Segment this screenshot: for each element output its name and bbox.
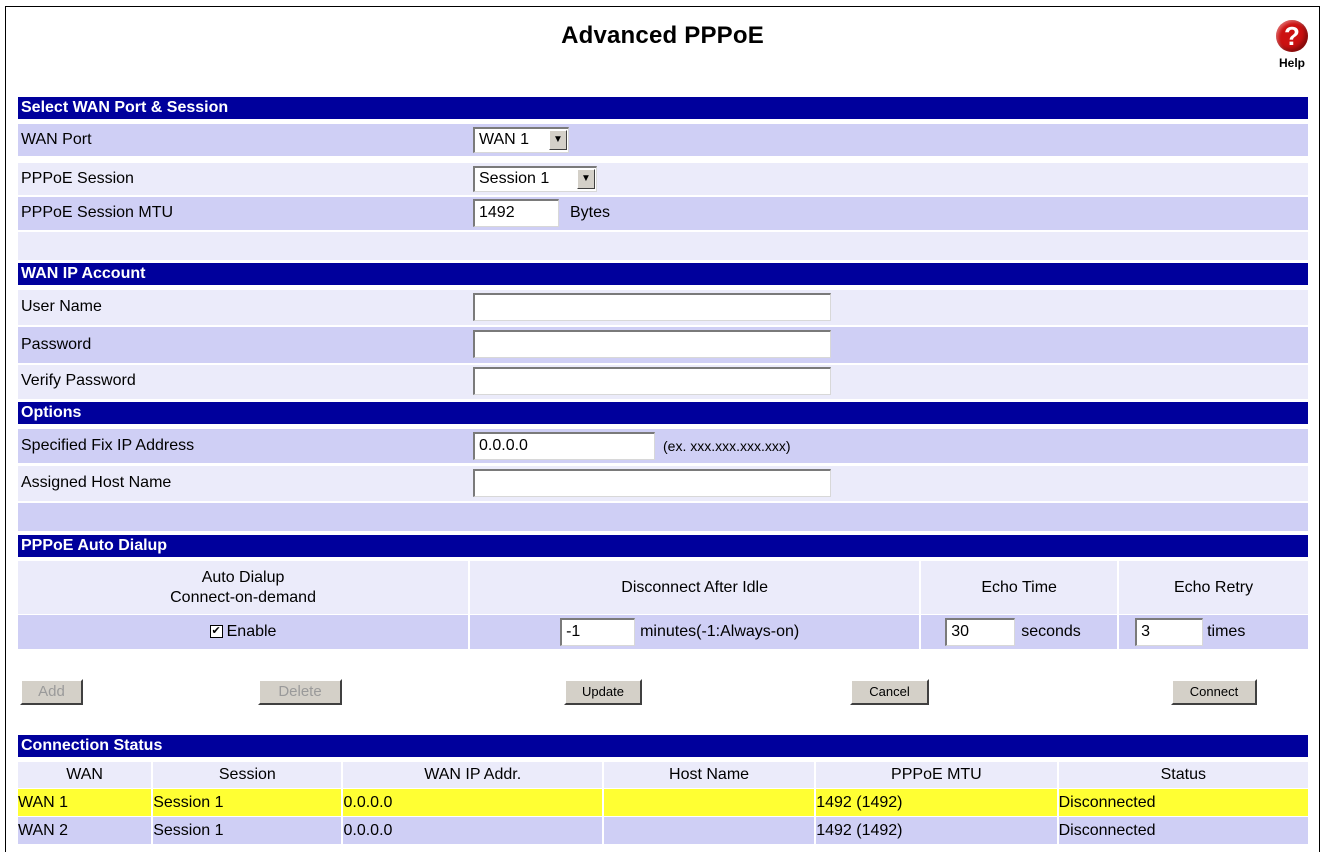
section-header-auto-dialup: PPPoE Auto Dialup [18,535,1308,557]
status-header-row: WAN Session WAN IP Addr. Host Name PPPoE… [18,762,1308,788]
echo-retry-input[interactable]: 3 [1135,618,1204,646]
cell-status: Disconnected [1058,817,1308,844]
auto-dialup-col-line1: Auto Dialup [201,568,285,586]
delete-button[interactable]: Delete [258,679,342,705]
idle-unit: minutes(-1:Always-on) [640,623,800,640]
user-name-input[interactable] [473,293,831,321]
verify-password-row: Verify Password [18,365,1308,399]
help-label[interactable]: Help [1272,56,1312,70]
cell-session: Session 1 [153,817,342,844]
echo-time-unit: seconds [1021,623,1081,640]
cell-mtu: 1492 (1492) [816,789,1057,816]
col-header-ip: WAN IP Addr. [343,762,602,788]
spacer-row [18,232,1308,260]
echo-retry-cell: 3 times [1119,615,1308,649]
verify-password-input[interactable] [473,367,831,395]
section-header-select-wan: Select WAN Port & Session [18,97,1308,119]
idle-input[interactable]: -1 [560,618,636,646]
pppoe-session-selected: Session 1 [479,170,550,187]
section-header-connection-status: Connection Status [18,735,1308,757]
wan-port-selected: WAN 1 [479,131,530,148]
chevron-down-icon[interactable]: ▼ [549,130,567,150]
spacer-row [18,503,1308,531]
echo-time-cell: 30 seconds [921,615,1118,649]
cell-wan: WAN 2 [18,817,152,844]
table-row[interactable]: WAN 2 Session 1 0.0.0.0 1492 (1492) Disc… [18,817,1308,844]
auto-dialup-header-row: Auto Dialup Connect-on-demand Disconnect… [18,561,1308,614]
password-input[interactable] [473,330,831,358]
cell-mtu: 1492 (1492) [816,817,1057,844]
user-name-label: User Name [21,298,102,315]
idle-col-header: Disconnect After Idle [470,561,920,614]
mtu-input[interactable]: 1492 [473,199,559,227]
connect-button[interactable]: Connect [1171,679,1257,705]
help-icon[interactable]: ? [1276,20,1308,52]
host-name-label: Assigned Host Name [21,474,172,491]
cell-status: Disconnected [1058,789,1308,816]
pppoe-session-row: PPPoE Session Session 1 ▼ [18,163,1308,195]
mtu-unit: Bytes [570,204,611,221]
fix-ip-input[interactable]: 0.0.0.0 [473,432,655,460]
wan-port-label: WAN Port [21,131,92,148]
cell-session: Session 1 [153,789,342,816]
cell-ip: 0.0.0.0 [343,817,602,844]
col-header-session: Session [153,762,342,788]
page-title: Advanced PPPoE [561,22,764,49]
col-header-wan: WAN [18,762,152,788]
cell-host [603,789,815,816]
add-button[interactable]: Add [20,679,83,705]
auto-dialup-table: Auto Dialup Connect-on-demand Disconnect… [16,560,1310,650]
enable-label: Enable [226,623,277,640]
col-header-host: Host Name [603,762,815,788]
mtu-row: PPPoE Session MTU 1492 Bytes [18,197,1308,230]
chevron-down-icon[interactable]: ▼ [577,169,595,189]
table-row[interactable]: WAN 1 Session 1 0.0.0.0 1492 (1492) Disc… [18,789,1308,816]
echo-retry-col-header: Echo Retry [1119,561,1308,614]
user-name-row: User Name [18,290,1308,325]
auto-dialup-col-line2: Connect-on-demand [170,588,316,606]
cell-wan: WAN 1 [18,789,152,816]
auto-dialup-col-header: Auto Dialup Connect-on-demand [18,561,469,614]
help-button[interactable]: ? Help [1272,20,1312,70]
password-row: Password [18,327,1308,363]
idle-cell: -1 minutes(-1:Always-on) [470,615,920,649]
fix-ip-label: Specified Fix IP Address [21,437,195,454]
section-header-wan-ip-account: WAN IP Account [18,263,1308,285]
col-header-status: Status [1058,762,1308,788]
wan-port-row: WAN Port WAN 1 ▼ [18,124,1308,156]
cancel-button[interactable]: Cancel [850,679,929,705]
pppoe-session-label: PPPoE Session [21,170,134,187]
section-header-options: Options [18,402,1308,424]
echo-time-col-header: Echo Time [921,561,1118,614]
enable-cell: ✔ Enable [18,615,469,649]
fix-ip-row: Specified Fix IP Address 0.0.0.0 (ex. xx… [18,429,1308,463]
echo-retry-unit: times [1207,623,1246,640]
connection-status-table: WAN Session WAN IP Addr. Host Name PPPoE… [16,761,1310,845]
echo-time-input[interactable]: 30 [945,618,1016,646]
verify-password-label: Verify Password [21,372,136,389]
mtu-label: PPPoE Session MTU [21,204,174,221]
fix-ip-hint: (ex. xxx.xxx.xxx.xxx) [663,438,791,454]
cell-ip: 0.0.0.0 [343,789,602,816]
cell-host [603,817,815,844]
col-header-mtu: PPPoE MTU [816,762,1057,788]
host-name-input[interactable] [473,469,831,497]
enable-checkbox[interactable]: ✔ [209,625,223,639]
pppoe-session-select[interactable]: Session 1 ▼ [473,166,597,192]
host-name-row: Assigned Host Name [18,466,1308,501]
auto-dialup-values-row: ✔ Enable -1 minutes(-1:Always-on) 30 seco… [18,615,1308,649]
wan-port-select[interactable]: WAN 1 ▼ [473,127,569,153]
password-label: Password [21,336,92,353]
update-button[interactable]: Update [564,679,642,705]
